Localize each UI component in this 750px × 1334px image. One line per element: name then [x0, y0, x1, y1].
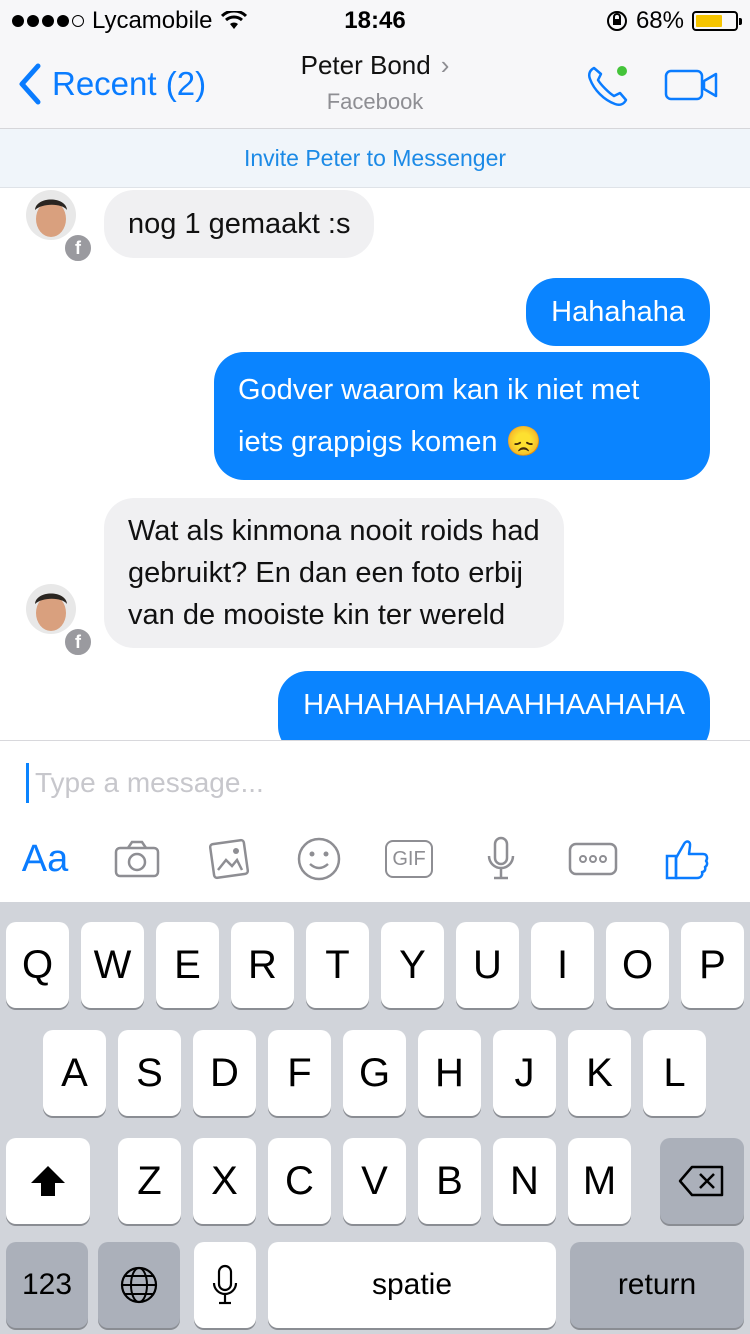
video-call-button[interactable] [664, 68, 720, 102]
thumbs-up-icon[interactable] [660, 835, 714, 883]
chevron-right-icon: › [440, 50, 450, 80]
key[interactable]: U [456, 922, 519, 1008]
key[interactable]: Y [381, 922, 444, 1008]
key[interactable]: L [643, 1030, 706, 1116]
key[interactable]: F [268, 1030, 331, 1116]
backspace-icon [678, 1165, 724, 1197]
more-icon[interactable] [566, 835, 620, 883]
facebook-badge-icon: f [63, 233, 93, 263]
key[interactable]: C [268, 1138, 331, 1224]
contact-source: Facebook [326, 89, 424, 114]
microphone-icon [212, 1264, 238, 1305]
gif-icon[interactable]: GIF [382, 835, 436, 883]
key[interactable]: O [606, 922, 669, 1008]
composer-toolbar: Aa GIF [0, 829, 750, 889]
key[interactable]: D [193, 1030, 256, 1116]
message-input[interactable]: Type a message... [26, 763, 264, 803]
delete-key[interactable] [660, 1138, 744, 1224]
battery-percent: 68% [635, 7, 684, 34]
key[interactable]: B [418, 1138, 481, 1224]
key[interactable]: N [493, 1138, 556, 1224]
dictation-key[interactable] [194, 1242, 256, 1328]
outgoing-message[interactable]: HAHAHAHAHAAHHAAHAHA [278, 671, 710, 740]
emoji-icon[interactable] [292, 835, 346, 883]
keyboard: Q W E R T Y U I O P A S D F G H J K L Z … [0, 902, 750, 1334]
outgoing-message[interactable]: Godver waarom kan ik niet met iets grapp… [214, 352, 710, 480]
rotation-lock-icon [606, 11, 627, 31]
avatar[interactable] [26, 584, 76, 634]
key[interactable]: V [343, 1138, 406, 1224]
header: Lycamobile 18:46 68% Recent (2) Peter Bo… [0, 0, 750, 129]
key[interactable]: A [43, 1030, 106, 1116]
shift-key[interactable] [6, 1138, 90, 1224]
key[interactable]: X [193, 1138, 256, 1224]
key[interactable]: Q [6, 922, 69, 1008]
conversation-nav-bar: Recent (2) Peter Bond › Facebook [0, 40, 750, 128]
globe-key[interactable] [98, 1242, 180, 1328]
incoming-message[interactable]: Wat als kinmona nooit roids had gebruikt… [104, 498, 564, 648]
outgoing-message[interactable]: Hahahaha [526, 278, 710, 347]
disappointed-face-emoji: 😞 [505, 426, 542, 458]
phone-call-button[interactable] [584, 62, 632, 110]
facebook-badge-icon: f [63, 627, 93, 657]
battery-icon [692, 11, 742, 31]
invite-to-messenger-link[interactable]: Invite Peter to Messenger [0, 129, 750, 188]
avatar[interactable] [26, 190, 76, 240]
key[interactable]: W [81, 922, 144, 1008]
key[interactable]: K [568, 1030, 631, 1116]
key[interactable]: T [306, 922, 369, 1008]
key[interactable]: S [118, 1030, 181, 1116]
key[interactable]: M [568, 1138, 631, 1224]
key[interactable]: P [681, 922, 744, 1008]
message-thread[interactable]: f nog 1 gemaakt :s Hahahaha Godver waaro… [0, 188, 750, 740]
key[interactable]: Z [118, 1138, 181, 1224]
space-key[interactable]: spatie [268, 1242, 556, 1328]
message-composer: Type a message... Aa GIF [0, 740, 750, 903]
numbers-key[interactable]: 123 [6, 1242, 88, 1328]
return-key[interactable]: return [570, 1242, 744, 1328]
contact-name: Peter Bond [300, 50, 431, 80]
key[interactable]: J [493, 1030, 556, 1116]
key[interactable]: R [231, 922, 294, 1008]
status-bar: Lycamobile 18:46 68% [0, 0, 750, 40]
globe-icon [120, 1266, 158, 1304]
key[interactable]: I [531, 922, 594, 1008]
key[interactable]: H [418, 1030, 481, 1116]
contact-title[interactable]: Peter Bond › Facebook [0, 50, 750, 115]
text-format-button[interactable]: Aa [18, 835, 72, 883]
key[interactable]: G [343, 1030, 406, 1116]
microphone-icon[interactable] [474, 835, 528, 883]
shift-arrow-icon [31, 1166, 65, 1196]
photo-gallery-icon[interactable] [202, 835, 256, 883]
camera-icon[interactable] [110, 835, 164, 883]
key[interactable]: E [156, 922, 219, 1008]
incoming-message[interactable]: nog 1 gemaakt :s [104, 190, 375, 259]
